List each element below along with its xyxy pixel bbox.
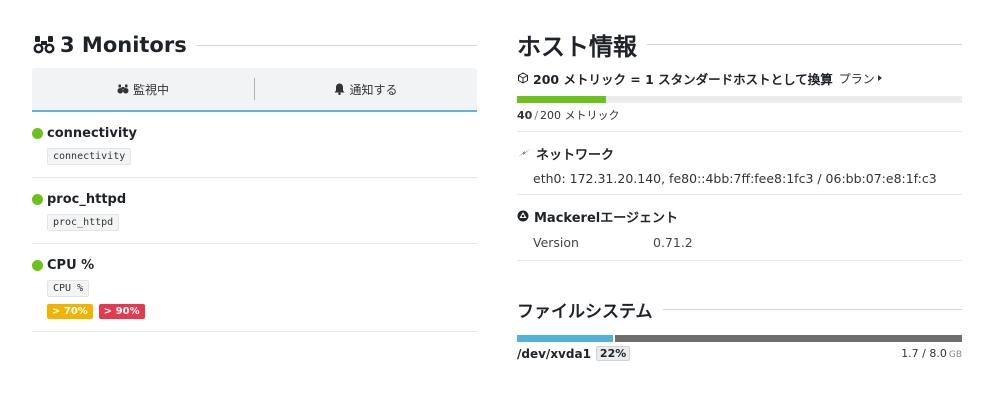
metric-usage-count: 40/200 メトリック: [517, 109, 620, 122]
plan-link-label: プラン: [838, 71, 875, 86]
section-divider: [517, 260, 962, 261]
monitor-tabs: 監視中 通知する: [32, 68, 477, 112]
lightning-icon: [518, 149, 530, 157]
agent-icon: [517, 210, 529, 222]
metric-usage-bar: [517, 96, 962, 103]
warning-threshold-badge: > 70%: [47, 304, 93, 319]
plan-summary: 200 メトリック = 1 スタンダードホストとして換算 プラン: [517, 68, 962, 88]
cube-icon: [518, 72, 528, 84]
metric-total: 200 メトリック: [540, 109, 620, 122]
disk-usage-fill: [517, 335, 615, 342]
filesystem-title: ファイルシステム: [517, 301, 653, 322]
host-info-title: ホスト情報: [517, 32, 637, 61]
tab-notify-label: 通知する: [349, 82, 398, 97]
disk-row: /dev/xvda1 22% 1.7 / 8.0 GB: [517, 346, 962, 361]
agent-version-label: Version: [533, 235, 579, 250]
monitor-type-code: proc_httpd: [47, 214, 120, 231]
monitor-name: connectivity: [47, 125, 137, 141]
network-interface: eth0: 172.31.20.140, fe80::4bb:7ff:fee8:…: [533, 171, 937, 186]
disk-size: 1.7 / 8.0 GB: [901, 347, 962, 360]
tab-watching-label: 監視中: [132, 82, 169, 97]
critical-threshold-badge: > 90%: [98, 304, 145, 319]
disk-size-value: 1.7 / 8.0: [901, 347, 947, 360]
disk-usage-bar: [517, 335, 962, 342]
agent-title: Mackerelエージェント: [534, 210, 678, 226]
monitors-panel: 3 Monitors 監視中 通知する connectivity connect…: [32, 28, 477, 332]
header-divider: [196, 44, 477, 46]
binoculars-icon: [117, 84, 129, 94]
monitor-item[interactable]: connectivity connectivity: [32, 112, 477, 178]
tab-watching[interactable]: 監視中: [32, 68, 254, 110]
tab-notify[interactable]: 通知する: [255, 68, 477, 110]
plan-formula: 200 メトリック = 1 スタンダードホストとして換算: [533, 71, 833, 87]
agent-version-value: 0.71.2: [653, 235, 693, 250]
monitor-name: proc_httpd: [47, 191, 127, 207]
status-ok-icon: [32, 127, 43, 139]
disk-size-unit: GB: [948, 350, 962, 360]
agent-section: Mackerelエージェント Version 0.71.2: [517, 194, 962, 261]
monitor-type-code: connectivity: [47, 148, 132, 165]
metric-used: 40: [517, 109, 533, 122]
monitor-name: CPU %: [47, 257, 95, 273]
host-info-header: ホスト情報: [517, 24, 962, 64]
monitor-type-code: CPU %: [47, 280, 90, 297]
monitors-header: 3 Monitors: [32, 28, 477, 62]
network-title: ネットワーク: [536, 147, 615, 163]
monitor-item[interactable]: proc_httpd proc_httpd: [32, 178, 477, 244]
monitor-item[interactable]: CPU % CPU % > 70% > 90%: [32, 244, 477, 332]
network-section: ネットワーク eth0: 172.31.20.140, fe80::4bb:7f…: [517, 131, 962, 186]
binoculars-icon: [33, 36, 55, 54]
status-ok-icon: [32, 259, 43, 271]
host-info-panel: ホスト情報 200 メトリック = 1 スタンダードホストとして換算 プラン 4…: [517, 24, 962, 361]
caret-right-icon: [877, 75, 882, 81]
header-divider: [662, 308, 962, 310]
plan-link[interactable]: プラン: [839, 70, 882, 87]
bell-icon: [334, 83, 345, 95]
filesystem-header: ファイルシステム: [517, 295, 962, 323]
metric-usage-fill: [517, 96, 606, 103]
status-ok-icon: [32, 193, 43, 205]
filesystem-section: ファイルシステム /dev/xvda1 22% 1.7 / 8.0 GB: [517, 295, 962, 361]
monitors-title: 3 Monitors: [60, 33, 187, 57]
disk-percent-badge: 22%: [595, 346, 631, 361]
header-divider: [647, 43, 962, 45]
disk-device: /dev/xvda1: [517, 346, 591, 361]
